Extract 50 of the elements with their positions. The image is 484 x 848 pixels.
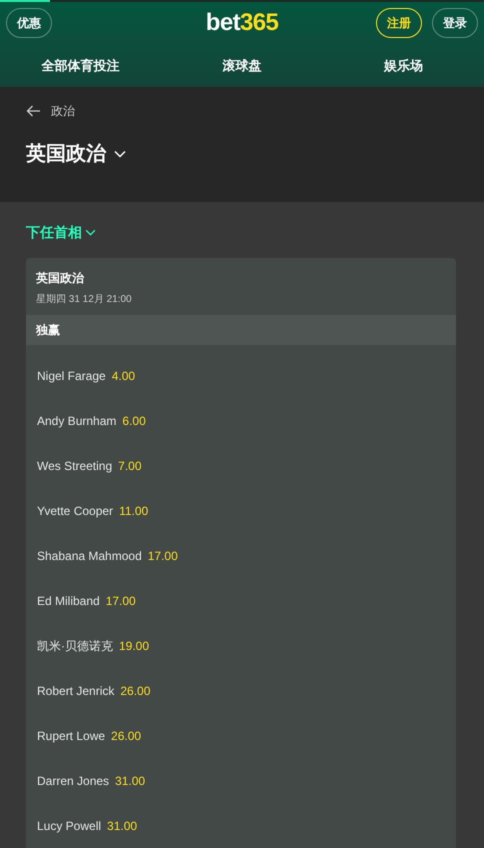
selection-name: Robert Jenrick — [37, 682, 114, 700]
back-arrow-icon[interactable] — [26, 105, 41, 118]
register-button[interactable]: 注册 — [376, 8, 422, 38]
selection-odds: 31.00 — [107, 818, 138, 834]
selection-row[interactable]: Shabana Mahmood 17.00 — [26, 533, 456, 578]
selection-name: Lucy Powell — [37, 818, 102, 834]
selection-odds: 17.00 — [106, 592, 136, 610]
selection-odds: 17.00 — [148, 548, 178, 564]
selection-name: Rupert Lowe — [37, 728, 106, 744]
selection-row[interactable]: 凯米·贝德诺克 19.00 — [26, 623, 456, 668]
selection-name: Andy Burnham — [37, 412, 116, 430]
selection-name: Shabana Mahmood — [37, 548, 142, 564]
selection-row[interactable]: Nigel Farage 4.00 — [26, 353, 456, 398]
breadcrumb-link[interactable]: 政治 — [51, 102, 75, 120]
selection-odds: 31.00 — [115, 772, 146, 790]
selection-odds: 19.00 — [119, 638, 150, 654]
selection-row[interactable]: Lucy Powell 31.00 — [26, 803, 456, 848]
selection-name: Ed Miliband — [37, 592, 100, 610]
selection-row[interactable]: Wes Streeting 7.00 — [26, 443, 456, 488]
selection-name: 凯米·贝德诺克 — [37, 638, 113, 654]
selection-odds: 4.00 — [112, 368, 136, 384]
selection-row[interactable]: Darren Jones 31.00 — [26, 758, 456, 803]
selection-row[interactable]: Robert Jenrick 26.00 — [26, 668, 456, 713]
promo-button[interactable]: 优惠 — [6, 8, 52, 38]
selection-name: Darren Jones — [37, 772, 110, 790]
logo: bet365 — [206, 11, 278, 35]
page-title: 英国政治 — [26, 142, 106, 168]
selection-odds: 7.00 — [118, 458, 142, 474]
nav-tab[interactable]: 滚球盘 — [161, 56, 323, 76]
market-selector[interactable]: 下任首相 — [26, 222, 82, 242]
nav-tab[interactable]: 娱乐场 — [322, 56, 484, 76]
top-indicator-bar — [0, 0, 50, 2]
selection-odds: 26.00 — [111, 728, 142, 744]
chevron-down-icon — [114, 150, 126, 158]
nav-tab[interactable]: 全部体育投注 — [0, 56, 162, 76]
selection-row[interactable]: Ed Miliband 17.00 — [26, 578, 456, 623]
selection-odds: 26.00 — [120, 682, 150, 700]
selection-row[interactable]: Yvette Cooper 11.00 — [26, 488, 456, 533]
event-date: 星期四 31 12月 21:00 — [35, 292, 133, 307]
event-title: 英国政治 — [35, 270, 86, 287]
selection-odds: 11.00 — [119, 502, 148, 520]
chevron-down-icon — [85, 228, 96, 236]
market-header: 独赢 — [26, 315, 456, 345]
selection-name: Yvette Cooper — [37, 502, 114, 520]
selection-odds: 6.00 — [122, 412, 146, 430]
selection-row[interactable]: Rupert Lowe 26.00 — [26, 713, 456, 758]
selection-name: Wes Streeting — [37, 458, 112, 474]
login-button[interactable]: 登录 — [432, 8, 478, 38]
selection-name: Nigel Farage — [37, 368, 106, 384]
selection-row[interactable]: Andy Burnham 6.00 — [26, 398, 456, 443]
